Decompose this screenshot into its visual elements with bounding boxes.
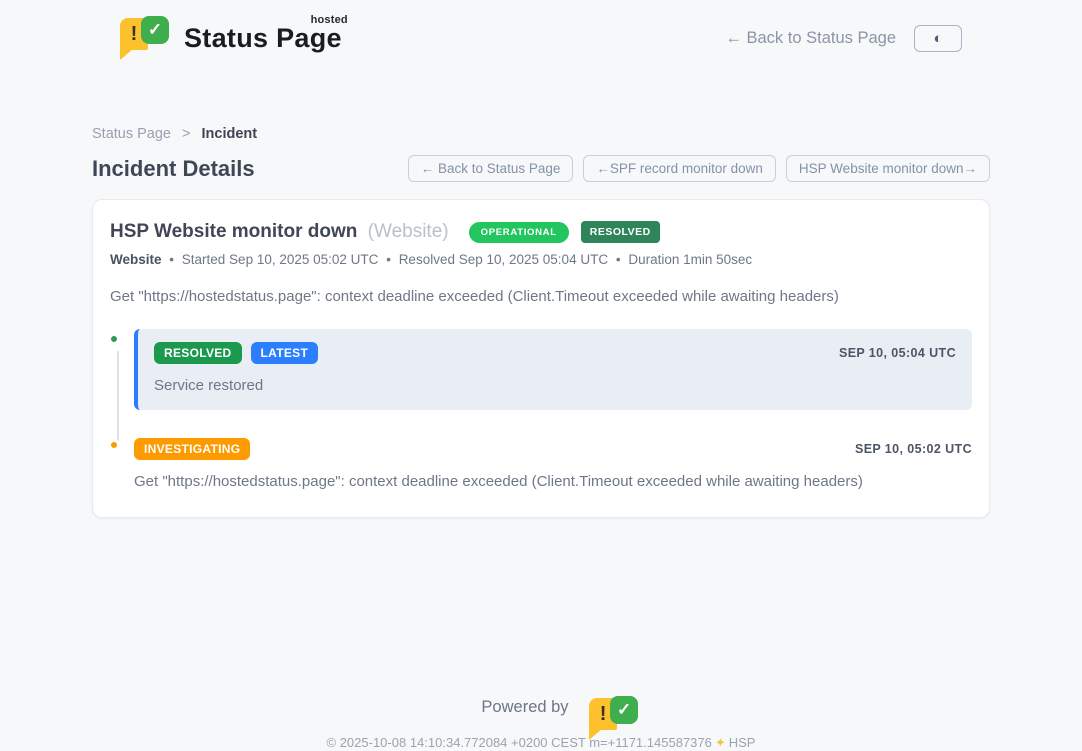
resolved-status-badge: RESOLVED xyxy=(581,221,660,243)
logo-check-icon: ✓ xyxy=(141,16,169,44)
incident-timeline: RESOLVED LATEST SEP 10, 05:04 UTC Servic… xyxy=(110,329,972,490)
timeline-highlight-box: RESOLVED LATEST SEP 10, 05:04 UTC Servic… xyxy=(134,329,972,410)
breadcrumb-status-page[interactable]: Status Page xyxy=(92,126,171,142)
theme-toggle-button[interactable]: ◐ xyxy=(914,25,962,52)
powered-by-label: Powered by xyxy=(481,698,568,717)
half-circle-icon: ◐ xyxy=(933,30,942,47)
investigating-badge: INVESTIGATING xyxy=(134,438,250,460)
meta-bullet: • xyxy=(169,252,174,267)
page-title: Incident Details xyxy=(92,156,255,182)
timeline-message: Get "https://hostedstatus.page": context… xyxy=(134,473,972,490)
sparkle-icon: ✦ xyxy=(715,735,726,750)
timeline-timestamp: SEP 10, 05:02 UTC xyxy=(855,442,972,456)
breadcrumb-incident: Incident xyxy=(202,126,258,142)
incident-title: HSP Website monitor down (Website) xyxy=(110,221,449,243)
timeline-dot-investigating xyxy=(108,439,120,451)
timeline-timestamp: SEP 10, 05:04 UTC xyxy=(839,346,956,360)
brand-logo-icon: ! ✓ xyxy=(120,16,170,60)
header: ! ✓ Status Page hosted ← Back to Status … xyxy=(0,0,1082,62)
timeline-dot-resolved xyxy=(108,333,120,345)
logo-exclaim-glyph: ! xyxy=(131,23,138,46)
main-content: Status Page > Incident Incident Details … xyxy=(92,126,990,518)
meta-started: Started Sep 10, 2025 05:02 UTC xyxy=(182,252,379,267)
incident-description: Get "https://hostedstatus.page": context… xyxy=(110,288,972,305)
brand-name-text: Status Page xyxy=(184,23,342,53)
incident-nav-buttons: ← Back to Status Page ←SPF record monito… xyxy=(408,155,990,182)
timeline-entry: RESOLVED LATEST SEP 10, 05:04 UTC Servic… xyxy=(110,329,972,410)
meta-duration: Duration 1min 50sec xyxy=(628,252,752,267)
logo-exclaim-glyph: ! xyxy=(600,703,607,726)
logo-check-glyph: ✓ xyxy=(148,20,162,40)
header-actions: ← Back to Status Page ◐ xyxy=(725,25,962,52)
breadcrumb: Status Page > Incident xyxy=(92,126,990,142)
prev-incident-button[interactable]: ←SPF record monitor down xyxy=(583,155,776,182)
incident-component-label: (Website) xyxy=(368,221,449,242)
incident-meta: Website • Started Sep 10, 2025 05:02 UTC… xyxy=(110,252,972,267)
incident-card: HSP Website monitor down (Website) OPERA… xyxy=(92,199,990,518)
meta-resolved: Resolved Sep 10, 2025 05:04 UTC xyxy=(399,252,608,267)
footer: Powered by ! ✓ © 2025-10-08 14:10:34.772… xyxy=(0,696,1082,751)
footer-brand: HSP xyxy=(729,735,756,750)
powered-by: Powered by ! ✓ xyxy=(0,696,1082,718)
breadcrumb-separator: > xyxy=(182,126,190,142)
latest-badge: LATEST xyxy=(251,342,319,364)
footer-logo-icon: ! ✓ xyxy=(578,696,601,718)
meta-component: Website xyxy=(110,252,162,267)
meta-bullet: • xyxy=(616,252,621,267)
back-to-status-page-link[interactable]: ← Back to Status Page xyxy=(725,29,896,48)
next-incident-button[interactable]: HSP Website monitor down→ xyxy=(786,155,990,182)
resolved-badge: RESOLVED xyxy=(154,342,242,364)
incident-title-row: HSP Website monitor down (Website) OPERA… xyxy=(110,221,972,243)
timeline-message: Service restored xyxy=(154,377,956,394)
brand-logo: ! ✓ Status Page hosted xyxy=(120,16,342,60)
copyright: © 2025-10-08 14:10:34.772084 +0200 CEST … xyxy=(0,735,1082,751)
operational-badge: OPERATIONAL xyxy=(469,222,569,243)
brand-name: Status Page hosted xyxy=(184,23,342,54)
timeline-entry-header: RESOLVED LATEST SEP 10, 05:04 UTC xyxy=(154,342,956,364)
brand-hosted-label: hosted xyxy=(311,14,348,26)
incident-title-text: HSP Website monitor down xyxy=(110,221,357,242)
back-to-status-page-button[interactable]: ← Back to Status Page xyxy=(408,155,574,182)
timeline-plain-body: INVESTIGATING SEP 10, 05:02 UTC Get "htt… xyxy=(134,438,972,490)
logo-check-icon: ✓ xyxy=(610,696,638,724)
logo-bubble-tail xyxy=(120,49,133,60)
timeline-entry-header: INVESTIGATING SEP 10, 05:02 UTC xyxy=(134,438,972,460)
title-row: Incident Details ← Back to Status Page ←… xyxy=(92,155,990,182)
timeline-entry: INVESTIGATING SEP 10, 05:02 UTC Get "htt… xyxy=(110,438,972,490)
copyright-text: © 2025-10-08 14:10:34.772084 +0200 CEST … xyxy=(327,735,712,750)
logo-check-glyph: ✓ xyxy=(617,700,631,720)
meta-bullet: • xyxy=(386,252,391,267)
logo-bubble-tail xyxy=(589,729,602,740)
